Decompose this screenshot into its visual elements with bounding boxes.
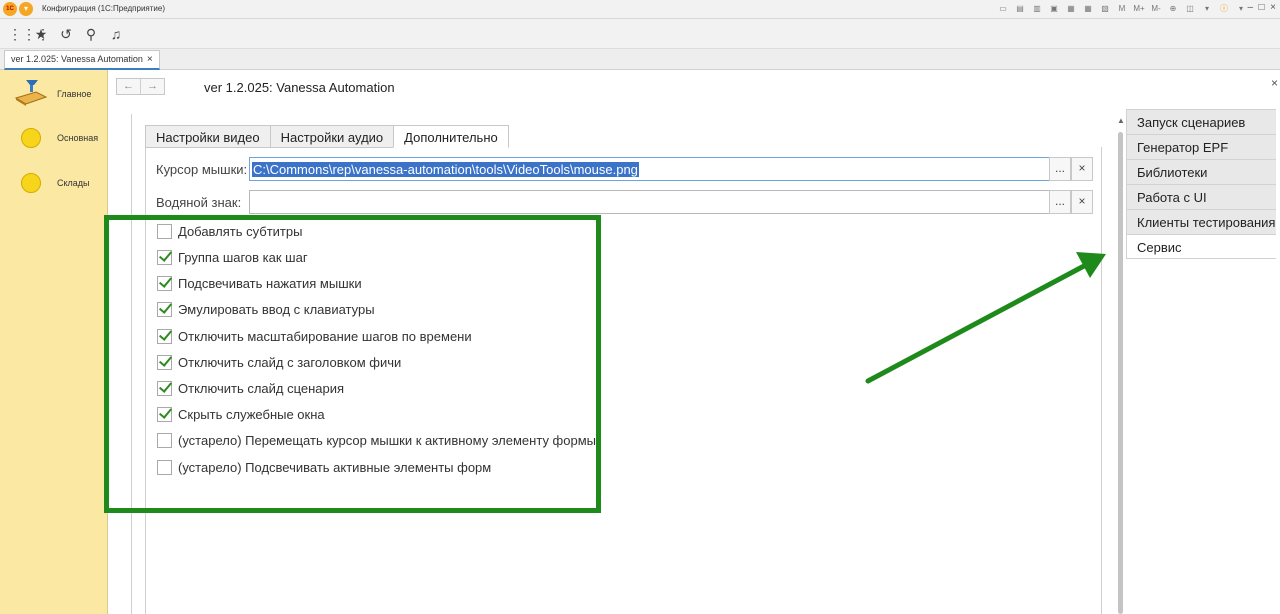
search-icon[interactable]: ⚲ [82, 25, 100, 43]
yellow-circle-icon [21, 173, 41, 193]
open-window-tab[interactable]: ver 1.2.025: Vanessa Automation × [4, 50, 160, 70]
watermark-input[interactable] [249, 190, 1051, 214]
main-menu-icon[interactable]: ▾ [19, 2, 33, 16]
cursor-path-value: C:\Commons\rep\vanessa-automation\tools\… [252, 162, 639, 177]
section-toolbar: ⋮⋮⋮ ★ ↺ ⚲ ♫ [0, 19, 1280, 49]
sidebar-item-label: Основная [57, 133, 99, 143]
sidebar-item-main[interactable]: Главное [0, 78, 108, 108]
tab-audio-settings[interactable]: Настройки аудио [269, 125, 394, 148]
info-icon[interactable]: ⓘ [1217, 2, 1231, 16]
title-toolbar: ▭ ▤ ▥ ▣ ▦ ▦ ▧ M M+ M- ⊕ ◫ ▾ ⓘ ▾ [996, 2, 1248, 16]
favorites-star-icon[interactable]: ★ [32, 25, 50, 43]
back-arrow-icon[interactable]: ← [117, 79, 140, 94]
close-tab-icon[interactable]: × [147, 54, 153, 65]
save-icon[interactable]: ▭ [996, 2, 1010, 16]
forward-arrow-icon[interactable]: → [140, 79, 164, 94]
open-windows-bar: ver 1.2.025: Vanessa Automation × [0, 49, 1280, 70]
calendar-icon[interactable]: ▧ [1098, 2, 1112, 16]
attach-icon[interactable]: ▣ [1047, 2, 1061, 16]
window-title: Конфигурация (1С:Предприятие) [42, 4, 165, 13]
highlight-box [104, 215, 601, 513]
right-nav-test-clients[interactable]: Клиенты тестирования [1126, 209, 1276, 234]
window-controls[interactable]: – □ × [1247, 2, 1276, 13]
sidebar-item-sklady[interactable]: Склады [0, 170, 108, 200]
cursor-path-input[interactable]: C:\Commons\rep\vanessa-automation\tools\… [249, 157, 1051, 181]
tab-additional[interactable]: Дополнительно [393, 125, 509, 148]
form-tabs: Настройки видео Настройки аудио Дополнит… [145, 125, 509, 148]
menu-down-icon[interactable]: ▾ [1234, 2, 1248, 16]
history-nav: ← → [116, 78, 165, 95]
cursor-select-button[interactable]: ... [1049, 157, 1071, 181]
open-window-tab-label: ver 1.2.025: Vanessa Automation [11, 54, 143, 64]
watermark-select-button[interactable]: ... [1049, 190, 1071, 214]
watermark-clear-button[interactable]: × [1071, 190, 1093, 214]
scroll-up-icon[interactable]: ▲ [1117, 116, 1125, 125]
page-title: ver 1.2.025: Vanessa Automation [204, 80, 395, 95]
menu-down-icon[interactable]: ▾ [1200, 2, 1214, 16]
memory-plus-button[interactable]: M+ [1132, 2, 1146, 16]
cursor-clear-button[interactable]: × [1071, 157, 1093, 181]
1c-logo-icon[interactable]: 1С [3, 2, 17, 16]
right-nav-ui-work[interactable]: Работа с UI [1126, 184, 1276, 209]
memory-button[interactable]: M [1115, 2, 1129, 16]
calculator-icon[interactable]: ▦ [1081, 2, 1095, 16]
watermark-field-label: Водяной знак: [156, 195, 242, 210]
preview-icon[interactable]: ▥ [1030, 2, 1044, 16]
sidebar-item-label: Главное [57, 89, 92, 99]
window-title-bar: 1С ▾ Конфигурация (1С:Предприятие) ▭ ▤ ▥… [0, 0, 1280, 19]
close-page-icon[interactable]: × [1271, 76, 1278, 90]
yellow-circle-icon [21, 128, 41, 148]
vertical-scrollbar[interactable]: ▲ [1115, 116, 1125, 614]
scrollbar-thumb[interactable] [1118, 132, 1123, 614]
cursor-field-label: Курсор мышки: [156, 162, 248, 177]
tab-video-settings[interactable]: Настройки видео [145, 125, 270, 148]
notifications-bell-icon[interactable]: ♫ [107, 25, 125, 43]
home-desk-icon [14, 80, 48, 106]
print-icon[interactable]: ▤ [1013, 2, 1027, 16]
zoom-icon[interactable]: ⊕ [1166, 2, 1180, 16]
sidebar-item-osnovnaya[interactable]: Основная [0, 125, 108, 155]
right-nav-run-scenarios[interactable]: Запуск сценариев [1126, 109, 1276, 134]
sections-sidebar: Главное Основная Склады [0, 70, 108, 614]
right-nav-libraries[interactable]: Библиотеки [1126, 159, 1276, 184]
memory-minus-button[interactable]: M- [1149, 2, 1163, 16]
history-icon[interactable]: ↺ [57, 25, 75, 43]
link-icon[interactable]: ▦ [1064, 2, 1078, 16]
apps-grid-icon[interactable]: ⋮⋮⋮ [8, 25, 50, 43]
right-nav-epf-generator[interactable]: Генератор EPF [1126, 134, 1276, 159]
right-nav-panel: Запуск сценариев Генератор EPF Библиотек… [1126, 109, 1276, 259]
panels-icon[interactable]: ◫ [1183, 2, 1197, 16]
right-nav-service[interactable]: Сервис [1126, 234, 1276, 259]
sidebar-item-label: Склады [57, 178, 90, 188]
